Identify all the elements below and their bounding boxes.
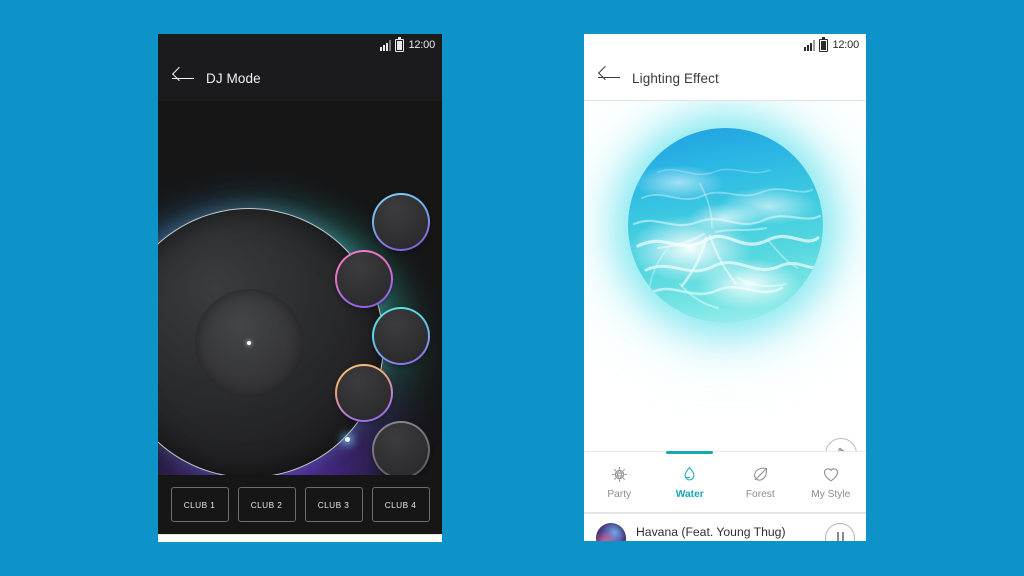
app-bar-right: Lighting Effect bbox=[584, 56, 866, 101]
club-2-label: CLUB 2 bbox=[250, 499, 283, 510]
club-4-button[interactable]: CLUB 4 bbox=[371, 487, 430, 522]
lighting-preview-stage bbox=[584, 101, 866, 451]
fx-flanger-ring bbox=[372, 193, 430, 251]
album-art-thumbnail bbox=[596, 522, 626, 541]
tab-my-style-label: My Style bbox=[811, 489, 851, 500]
track-artist: Camila Cabello bbox=[636, 540, 815, 542]
battery-icon bbox=[395, 36, 405, 52]
now-playing-text: Havana (Feat. Young Thug) Camila Cabello bbox=[636, 525, 815, 542]
platter-center-dot bbox=[247, 341, 251, 345]
fx-phaser-ring bbox=[335, 250, 393, 308]
status-bar-right: 12:00 bbox=[584, 34, 866, 56]
app-bar-left: DJ Mode bbox=[158, 56, 442, 101]
dj-stage: FLANGER PHASER WAH DELAY LOOP bbox=[158, 101, 442, 475]
fx-flanger-button[interactable]: FLANGER bbox=[372, 193, 430, 251]
club-preset-row: CLUB 1 CLUB 2 CLUB 3 CLUB 4 bbox=[158, 475, 442, 534]
right-phone-screen: 12:00 Lighting Effect Party Water Forest… bbox=[584, 34, 866, 541]
fx-delay-ring bbox=[335, 364, 393, 422]
signal-bars-icon bbox=[804, 39, 816, 51]
now-playing-bar-left[interactable]: Havana (Feat. Young Thug) Camila Cabello bbox=[158, 534, 442, 542]
club-2-button[interactable]: CLUB 2 bbox=[237, 487, 296, 522]
water-effect-preview[interactable] bbox=[628, 128, 823, 323]
fx-loop-button[interactable]: LOOP bbox=[372, 421, 430, 475]
heart-icon bbox=[821, 464, 841, 484]
disco-ball-icon bbox=[610, 464, 629, 484]
status-bar-time: 12:00 bbox=[408, 38, 435, 51]
club-1-button[interactable]: CLUB 1 bbox=[170, 487, 229, 522]
leaf-icon bbox=[751, 464, 770, 484]
platter-spark-icon bbox=[345, 437, 350, 442]
screenshot-canvas: 12:00 DJ Mode FLANGER PHASER WAH bbox=[0, 0, 1024, 576]
club-3-button[interactable]: CLUB 3 bbox=[304, 487, 363, 522]
now-playing-bar-right[interactable]: Havana (Feat. Young Thug) Camila Cabello bbox=[584, 513, 866, 541]
tab-party[interactable]: Party bbox=[584, 452, 655, 512]
tab-forest[interactable]: Forest bbox=[725, 452, 796, 512]
tab-indicator bbox=[666, 451, 714, 454]
tab-party-label: Party bbox=[607, 489, 632, 500]
status-bar-left: 12:00 bbox=[158, 34, 442, 56]
page-title: Lighting Effect bbox=[632, 70, 719, 86]
water-drop-icon bbox=[680, 464, 699, 484]
page-title: DJ Mode bbox=[206, 71, 261, 86]
club-1-label: CLUB 1 bbox=[183, 499, 216, 510]
tab-water-label: Water bbox=[675, 489, 704, 500]
fx-phaser-button[interactable]: PHASER bbox=[335, 250, 393, 308]
tab-my-style[interactable]: My Style bbox=[796, 452, 867, 512]
fx-loop-ring bbox=[372, 421, 430, 475]
club-4-label: CLUB 4 bbox=[384, 499, 417, 510]
back-arrow-icon[interactable] bbox=[172, 71, 194, 87]
signal-bars-icon bbox=[380, 39, 392, 51]
club-3-label: CLUB 3 bbox=[317, 499, 350, 510]
fx-wah-button[interactable]: WAH bbox=[372, 307, 430, 365]
tab-forest-label: Forest bbox=[745, 489, 775, 500]
battery-icon bbox=[819, 36, 829, 52]
fx-wah-ring bbox=[372, 307, 430, 365]
track-title: Havana (Feat. Young Thug) bbox=[636, 524, 786, 539]
pause-icon[interactable] bbox=[825, 522, 855, 541]
left-phone-screen: 12:00 DJ Mode FLANGER PHASER WAH bbox=[158, 34, 442, 542]
lighting-tab-bar: Party Water Forest My Style bbox=[584, 451, 866, 513]
fx-delay-button[interactable]: DELAY bbox=[335, 364, 393, 422]
back-arrow-icon[interactable] bbox=[598, 70, 620, 86]
hand-touch-icon[interactable] bbox=[825, 438, 857, 451]
status-bar-time: 12:00 bbox=[832, 38, 859, 51]
tab-water[interactable]: Water bbox=[655, 451, 726, 512]
water-caustics bbox=[628, 128, 823, 323]
